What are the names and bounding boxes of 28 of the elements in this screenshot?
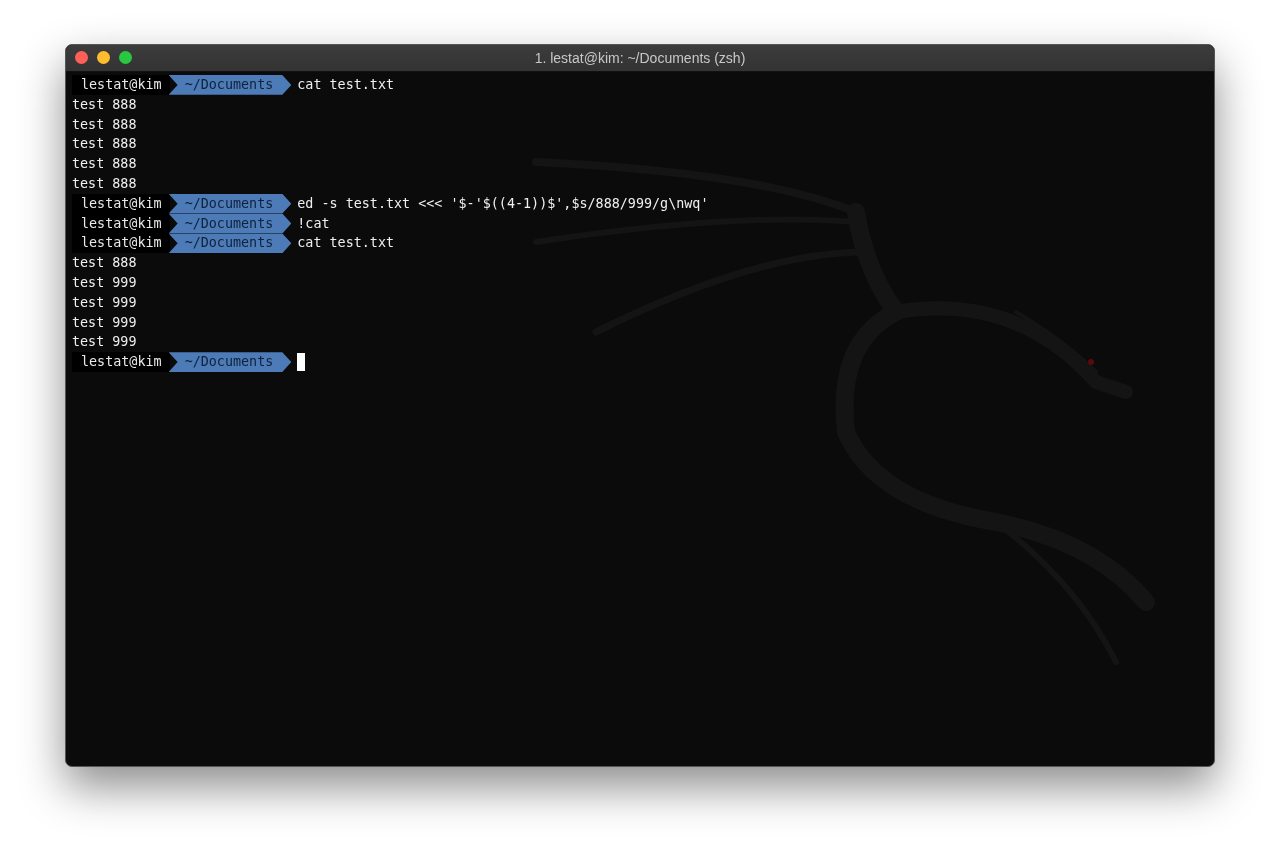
- output-text: test 999: [72, 273, 137, 292]
- output-text: test 999: [72, 293, 137, 312]
- output-text: test 888: [72, 135, 137, 154]
- prompt-path: ~/Documents: [168, 352, 292, 372]
- output-text: test 999: [72, 313, 137, 332]
- output-text: test 888: [72, 175, 137, 193]
- command-text: !cat: [297, 214, 330, 233]
- prompt-path: ~/Documents: [168, 233, 292, 254]
- output-text: test 888: [72, 155, 137, 174]
- output-text: test 888: [72, 95, 137, 114]
- prompt-path: ~/Documents: [168, 193, 292, 214]
- prompt-user: lestat@kim: [72, 213, 170, 234]
- command-text: cat test.txt: [297, 234, 395, 253]
- close-button[interactable]: [75, 51, 88, 64]
- prompt-path: ~/Documents: [168, 213, 292, 234]
- output-text: test 999: [72, 333, 137, 352]
- window-title: 1. lestat@kim: ~/Documents (zsh): [534, 48, 746, 68]
- zoom-button[interactable]: [119, 51, 132, 64]
- prompt-user: lestat@kim: [72, 233, 170, 254]
- prompt-path: ~/Documents: [168, 75, 292, 95]
- command-text: cat test.txt: [297, 76, 395, 94]
- output-text: test 888: [72, 254, 137, 273]
- prompt-user: lestat@kim: [72, 352, 170, 372]
- minimize-button[interactable]: [97, 51, 110, 64]
- output-text: test 888: [72, 115, 137, 134]
- command-text: ed -s test.txt <<< '$-'$((4-1))$',$s/888/999/g\nwq': [297, 194, 709, 213]
- prompt-user: lestat@kim: [72, 75, 170, 95]
- prompt-user: lestat@kim: [72, 193, 170, 214]
